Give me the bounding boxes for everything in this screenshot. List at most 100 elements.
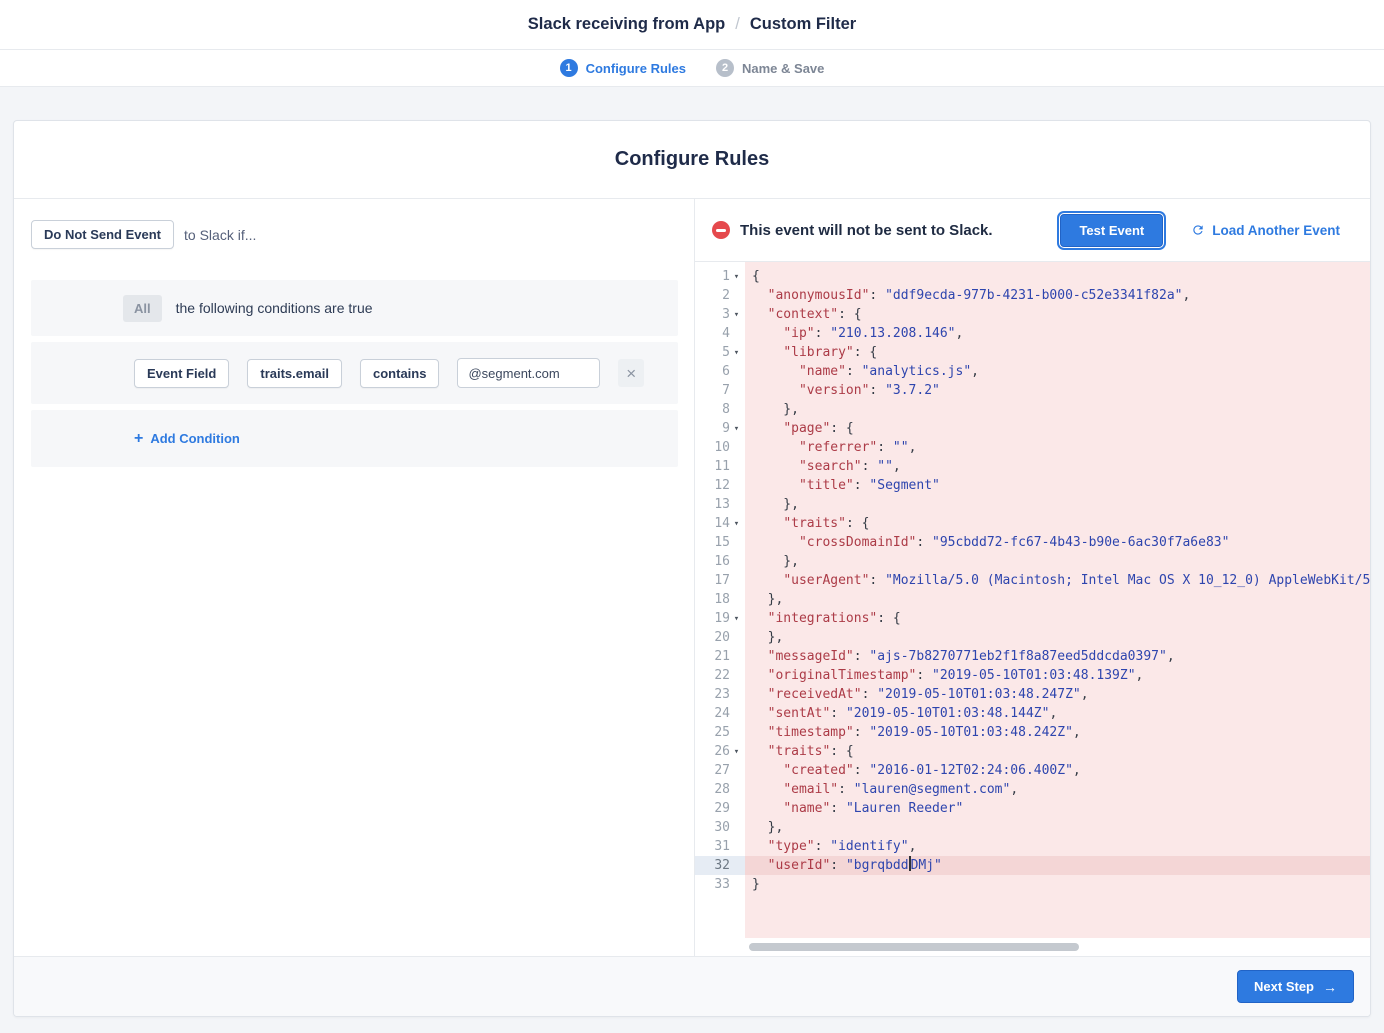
code-line[interactable]: "page": {	[745, 419, 1370, 438]
gutter-line: 22	[695, 666, 745, 685]
code-line[interactable]: "anonymousId": "ddf9ecda-977b-4231-b000-…	[745, 286, 1370, 305]
group-operator-badge[interactable]: All	[123, 295, 162, 322]
line-number: 17	[714, 573, 730, 588]
code-line[interactable]: "timestamp": "2019-05-10T01:03:48.242Z",	[745, 723, 1370, 742]
gutter-line: 18	[695, 590, 745, 609]
horizontal-scrollbar-thumb[interactable]	[749, 943, 1079, 951]
add-condition-button[interactable]: + Add Condition	[134, 431, 240, 447]
gutter-line: 26▾	[695, 742, 745, 761]
code-line[interactable]: "type": "identify",	[745, 837, 1370, 856]
load-another-event-label: Load Another Event	[1212, 223, 1340, 238]
fold-arrow-icon[interactable]: ▾	[730, 519, 743, 529]
test-event-button[interactable]: Test Event	[1060, 214, 1163, 247]
group-description: the following conditions are true	[176, 300, 373, 316]
close-icon: ×	[626, 365, 636, 382]
condition-field-path-dropdown[interactable]: traits.email	[247, 359, 342, 388]
line-number: 7	[722, 383, 730, 398]
code-line[interactable]: "traits": {	[745, 742, 1370, 761]
gutter-line: 31	[695, 837, 745, 856]
code-line[interactable]: }	[745, 875, 1370, 894]
line-number: 30	[714, 820, 730, 835]
code-line[interactable]: },	[745, 495, 1370, 514]
code-line[interactable]: "library": {	[745, 343, 1370, 362]
step-1-badge: 1	[560, 59, 578, 77]
line-number: 31	[714, 839, 730, 854]
line-number: 15	[714, 535, 730, 550]
code-line[interactable]: "userId": "bgrqbddDMj"	[745, 856, 1370, 875]
remove-condition-button[interactable]: ×	[618, 359, 644, 387]
step-1-label: Configure Rules	[586, 61, 686, 76]
line-number: 21	[714, 649, 730, 664]
code-line[interactable]: "receivedAt": "2019-05-10T01:03:48.247Z"…	[745, 685, 1370, 704]
code-line[interactable]: "messageId": "ajs-7b8270771eb2f1f8a87eed…	[745, 647, 1370, 666]
fold-arrow-icon[interactable]: ▾	[730, 272, 743, 282]
code-line[interactable]: },	[745, 628, 1370, 647]
refresh-icon	[1191, 223, 1205, 237]
gutter-line: 12	[695, 476, 745, 495]
code-line[interactable]: "created": "2016-01-12T02:24:06.400Z",	[745, 761, 1370, 780]
line-number: 25	[714, 725, 730, 740]
code-line[interactable]: "traits": {	[745, 514, 1370, 533]
code-line[interactable]: "title": "Segment"	[745, 476, 1370, 495]
plus-icon: +	[134, 431, 143, 447]
gutter-line: 24	[695, 704, 745, 723]
condition-operator-dropdown[interactable]: contains	[360, 359, 439, 388]
gutter-line: 10	[695, 438, 745, 457]
code-line[interactable]: "crossDomainId": "95cbdd72-fc67-4b43-b90…	[745, 533, 1370, 552]
code-line[interactable]: "version": "3.7.2"	[745, 381, 1370, 400]
code-line[interactable]: {	[745, 267, 1370, 286]
code-line[interactable]: "name": "analytics.js",	[745, 362, 1370, 381]
code-line[interactable]: "originalTimestamp": "2019-05-10T01:03:4…	[745, 666, 1370, 685]
code-line[interactable]: "search": "",	[745, 457, 1370, 476]
code-line[interactable]: "context": {	[745, 305, 1370, 324]
code-line[interactable]: },	[745, 590, 1370, 609]
line-number: 23	[714, 687, 730, 702]
fold-arrow-icon[interactable]: ▾	[730, 310, 743, 320]
code-line[interactable]: "sentAt": "2019-05-10T01:03:48.144Z",	[745, 704, 1370, 723]
condition-value-input[interactable]	[457, 358, 600, 388]
fold-arrow-icon[interactable]: ▾	[730, 614, 743, 624]
filter-builder-panel: Do Not Send Event to Slack if... All the…	[14, 199, 695, 956]
fold-arrow-icon[interactable]: ▾	[730, 747, 743, 757]
gutter-line: 4	[695, 324, 745, 343]
filter-action-dropdown[interactable]: Do Not Send Event	[31, 220, 174, 249]
line-number: 4	[722, 326, 730, 341]
line-number: 1	[722, 269, 730, 284]
breadcrumb-destination[interactable]: Slack receiving from App	[528, 15, 725, 34]
next-step-button[interactable]: Next Step →	[1237, 970, 1354, 1003]
line-number: 3	[722, 307, 730, 322]
code-line[interactable]: "integrations": {	[745, 609, 1370, 628]
code-line[interactable]: "email": "lauren@segment.com",	[745, 780, 1370, 799]
line-number: 2	[722, 288, 730, 303]
line-number: 27	[714, 763, 730, 778]
fold-arrow-icon[interactable]: ▾	[730, 424, 743, 434]
load-another-event-link[interactable]: Load Another Event	[1191, 223, 1340, 238]
gutter-line: 8	[695, 400, 745, 419]
condition-field-type-dropdown[interactable]: Event Field	[134, 359, 229, 388]
gutter-line: 16	[695, 552, 745, 571]
code-line[interactable]: "userAgent": "Mozilla/5.0 (Macintosh; In…	[745, 571, 1370, 590]
step-name-save[interactable]: 2 Name & Save	[716, 59, 824, 77]
code-line[interactable]: },	[745, 818, 1370, 837]
arrow-right-icon: →	[1323, 980, 1337, 994]
code-line[interactable]: },	[745, 552, 1370, 571]
code-line[interactable]: "referrer": "",	[745, 438, 1370, 457]
gutter-line: 1▾	[695, 267, 745, 286]
line-number: 10	[714, 440, 730, 455]
line-number: 19	[714, 611, 730, 626]
step-configure-rules[interactable]: 1 Configure Rules	[560, 59, 686, 77]
gutter-line: 13	[695, 495, 745, 514]
editor-code[interactable]: { "anonymousId": "ddf9ecda-977b-4231-b00…	[745, 262, 1370, 938]
code-line[interactable]: },	[745, 400, 1370, 419]
gutter-line: 23	[695, 685, 745, 704]
editor-gutter: 1▾23▾45▾6789▾1011121314▾1516171819▾20212…	[695, 262, 745, 956]
minus-circle-icon	[712, 221, 730, 239]
breadcrumb-current: Custom Filter	[750, 15, 856, 34]
page-title: Configure Rules	[615, 148, 769, 171]
code-line[interactable]: "ip": "210.13.208.146",	[745, 324, 1370, 343]
fold-arrow-icon[interactable]: ▾	[730, 348, 743, 358]
line-number: 13	[714, 497, 730, 512]
gutter-line: 19▾	[695, 609, 745, 628]
json-editor[interactable]: 1▾23▾45▾6789▾1011121314▾1516171819▾20212…	[695, 262, 1370, 956]
code-line[interactable]: "name": "Lauren Reeder"	[745, 799, 1370, 818]
